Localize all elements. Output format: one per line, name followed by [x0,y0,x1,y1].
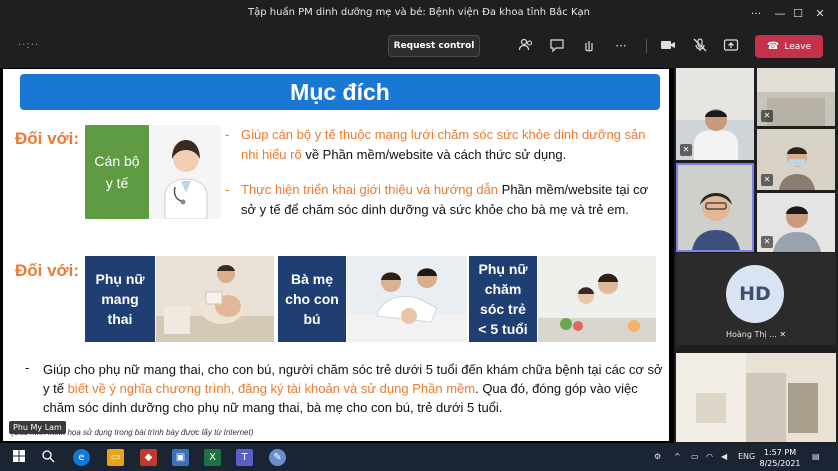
mic-off-icon: ✕ [761,236,773,248]
chat-icon[interactable] [548,37,566,55]
request-control-button[interactable]: Request control [388,35,480,57]
more-icon[interactable]: ··· [748,6,764,22]
box-3-line-4: < 5 tuổi [478,321,528,337]
meeting-timer: ··:·· [18,40,40,51]
input-language[interactable]: ENG [738,452,755,461]
box-1-line-3: thai [107,311,133,327]
excel-icon[interactable]: X [204,449,221,466]
participant-video-active-speaker[interactable] [676,163,754,252]
presenter-name-tag: Phu My Lam [9,421,66,434]
mic-off-icon: ✕ [761,174,773,186]
people-icon[interactable] [517,37,535,55]
pregnant-woman-photo [156,256,274,342]
volume-icon[interactable]: ◀ [721,452,727,461]
bullet-health-staff-1: - Giúp cán bộ y tế thuộc mạng lưới chăm s… [225,127,646,162]
leave-button[interactable]: ☎ Leave [755,35,823,58]
file-explorer-icon[interactable]: ▭ [107,449,124,466]
share-icon[interactable] [722,37,740,55]
app-icon[interactable]: ▣ [172,449,189,466]
participant-video-4[interactable]: ✕ [757,193,835,252]
title-bar: Tập huấn PM dinh dưỡng mẹ và bé: Bệnh vi… [0,0,838,28]
participant-video-3[interactable]: ✕ [757,129,835,190]
leave-label: Leave [784,42,812,52]
box-3-line-3: sóc trẻ [480,301,526,317]
doctor-illustration [151,125,221,220]
edge-browser-icon[interactable]: e [73,449,90,466]
window-title: Tập huấn PM dinh dưỡng mẹ và bé: Bệnh vi… [248,7,590,18]
windows-start-icon[interactable] [10,449,27,466]
meeting-toolbar: ··:·· Request control ··· ☎ Leave [0,28,838,65]
maximize-icon[interactable]: ☐ [790,6,806,22]
network-icon[interactable]: ⚙ [654,452,661,461]
teams-meeting-window: Tập huấn PM dinh dưỡng mẹ và bé: Bệnh vi… [0,0,838,471]
clock-date: 8/25/2021 [759,459,801,468]
pregnant-women-box: Phụ nữ mang thai [85,256,155,342]
mic-off-icon[interactable] [691,37,709,55]
participant-video-room[interactable] [676,353,836,442]
doi-voi-heading-2: Đối với: [15,261,80,280]
participant-name-text: Hoàng Thị ... [725,330,777,339]
participant-video-1[interactable]: ✕ [676,68,754,160]
phone-hangup-icon: ☎ [766,41,780,52]
presentation-slide: Mục đích Đối với: Cán bộ y tế - Giúp cán b… [3,69,669,441]
breastfeeding-mothers-box: Bà mẹ cho con bú [278,256,346,342]
shield-app-icon[interactable]: ◆ [140,449,157,466]
slide-title: Mục đích [20,74,660,110]
health-staff-line-1: Cán bộ [94,153,140,169]
box-2-line-3: bú [303,311,321,327]
chevron-up-icon[interactable]: ^ [674,452,681,461]
more-options-icon[interactable]: ··· [612,37,630,55]
box-1-line-2: mang [101,291,139,307]
close-icon[interactable]: ✕ [812,6,828,22]
notifications-icon[interactable]: ▤ [812,452,820,461]
mic-off-icon: ✕ [779,330,787,339]
minimize-icon[interactable]: — [772,6,788,22]
camera-icon[interactable] [659,37,677,55]
box-3-line-1: Phụ nữ [478,261,528,277]
bottom-bullet-dash: - [25,360,30,375]
battery-icon[interactable]: ▭ [691,452,699,461]
box-1-line-1: Phụ nữ [95,271,145,287]
child-caregivers-box: Phụ nữ chăm sóc trẻ < 5 tuổi [469,256,537,342]
bullet-1-text: về Phần mềm/website và cách thức sử dụng… [301,147,567,162]
raise-hand-icon[interactable] [580,37,598,55]
bullet-health-staff-2: - Thực hiện triển khai giới thiệu và hướn… [225,182,649,217]
box-2-line-1: Bà mẹ [290,271,333,287]
teams-icon[interactable]: T [236,449,253,466]
windows-taskbar: e ▭ ◆ ▣ X T ✎ ⚙ ^ ▭ ◠ ◀ ENG 1:57 PM 8/25… [0,444,838,471]
mic-off-icon: ✕ [761,110,773,122]
toolbar-divider [646,39,647,53]
system-clock[interactable]: 1:57 PM 8/25/2021 [758,447,802,469]
participant-avatar-tile[interactable]: HD Hoàng Thị ... ✕ [676,253,836,345]
family-photo [347,256,467,342]
bottom-text-highlight: biết về ý nghĩa chương trình, đăng ký tà… [67,381,476,396]
mic-off-icon: ✕ [680,144,692,156]
participant-name: Hoàng Thị ... ✕ [676,330,836,339]
health-staff-box: Cán bộ y tế [85,125,149,219]
avatar: HD [726,265,784,323]
wifi-icon[interactable]: ◠ [706,452,713,461]
shared-screen: Mục đích Đối với: Cán bộ y tế - Giúp cán b… [0,68,674,443]
doi-voi-heading-1: Đối với: [15,129,80,148]
health-staff-line-2: y tế [105,175,129,191]
box-2-line-2: cho con [285,291,339,307]
clock-time: 1:57 PM [763,448,797,457]
paint-icon[interactable]: ✎ [269,449,286,466]
box-3-line-2: chăm [484,281,522,297]
participant-video-2[interactable]: ✕ [757,68,835,126]
search-icon[interactable] [39,449,56,466]
bullet-2-highlight: Thực hiện triển khai giới thiệu và hướng… [241,182,499,197]
mother-child-cooking-photo [538,256,656,342]
bottom-paragraph: Giúp cho phụ nữ mang thai, cho con bú, n… [43,360,663,417]
